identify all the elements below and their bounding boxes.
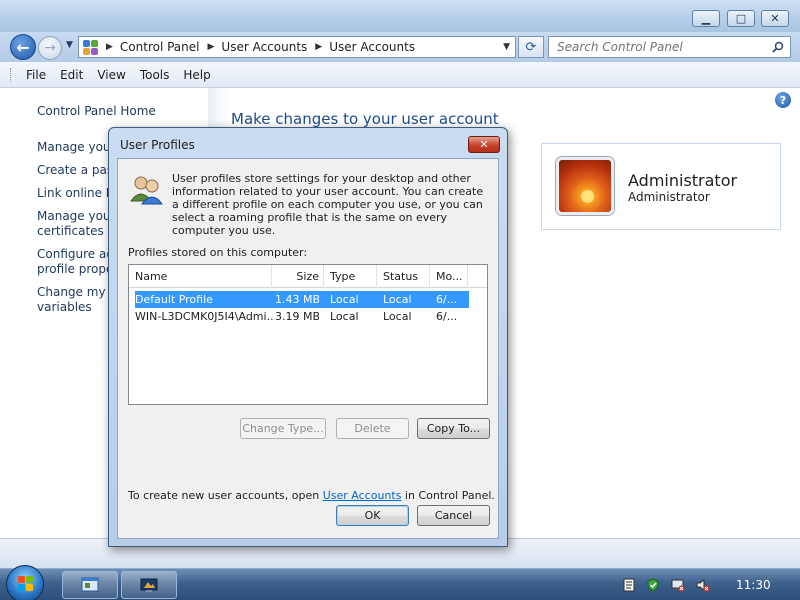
column-header-name[interactable]: Name	[129, 265, 272, 288]
avatar[interactable]	[556, 157, 614, 215]
cell-status: Local	[383, 310, 412, 323]
sidebar-item-manage-credentials[interactable]: Manage your	[37, 140, 115, 155]
address-bar[interactable]: ▶ Control Panel ▶ User Accounts ▶ User A…	[78, 36, 516, 58]
cell-size: 3.19 MB	[275, 310, 319, 323]
clock[interactable]: 11:30	[736, 578, 771, 592]
breadcrumb-separator-icon: ▶	[207, 42, 215, 52]
cell-modified: 6/...	[436, 310, 458, 323]
dialog-close-button[interactable]: ✕	[468, 136, 500, 153]
security-shield-icon[interactable]	[646, 578, 660, 592]
table-row[interactable]: WIN-L3DCMK0J5I4\Admi... 3.19 MB Local Lo…	[135, 308, 469, 325]
menu-tools[interactable]: Tools	[140, 68, 170, 82]
menu-grip	[10, 68, 13, 82]
refresh-button[interactable]: ⟳	[518, 36, 544, 58]
windows-logo-icon	[18, 576, 34, 592]
user-name: Administrator	[628, 171, 738, 190]
address-dropdown-icon[interactable]: ▼	[503, 42, 510, 52]
dialog-body: User profiles store settings for your de…	[117, 158, 499, 539]
table-row[interactable]: Default Profile 1.43 MB Local Local 6/..…	[135, 291, 469, 308]
column-header-status[interactable]: Status	[377, 265, 430, 288]
breadcrumb-separator-icon: ▶	[106, 42, 113, 52]
copy-to-button[interactable]: Copy To...	[417, 418, 490, 439]
sidebar-item-manage-certificates-line2[interactable]: certificates	[37, 224, 104, 239]
list-header: Name Size Type Status Mo...	[129, 265, 487, 288]
back-button[interactable]: ←	[10, 34, 36, 60]
page-title: Make changes to your user account	[231, 110, 499, 128]
close-icon: ✕	[770, 12, 780, 25]
minimize-button[interactable]: ▁	[692, 10, 720, 27]
user-accounts-link[interactable]: User Accounts	[323, 489, 402, 502]
sidebar-item-configure-profile-line2[interactable]: profile proper	[37, 262, 118, 277]
control-panel-app-icon	[140, 578, 158, 592]
menu-bar: File Edit View Tools Help	[0, 62, 800, 88]
sidebar-item-environment-variables-line2[interactable]: variables	[37, 300, 92, 315]
volume-muted-icon[interactable]	[696, 578, 710, 592]
taskbar-item-user-profiles[interactable]	[62, 571, 118, 599]
forward-arrow-icon: →	[44, 40, 56, 56]
breadcrumb-separator-icon: ▶	[315, 42, 323, 52]
change-type-button[interactable]: Change Type...	[240, 418, 326, 439]
sidebar-item-environment-variables[interactable]: Change my e	[37, 285, 117, 300]
search-box	[548, 36, 791, 58]
maximize-button[interactable]: □	[727, 10, 755, 27]
breadcrumb-control-panel[interactable]: Control Panel	[120, 40, 200, 54]
help-icon[interactable]: ?	[775, 92, 791, 108]
minimize-icon: ▁	[701, 12, 711, 25]
menu-edit[interactable]: Edit	[60, 68, 83, 82]
user-role: Administrator	[628, 190, 710, 204]
sidebar-item-manage-certificates[interactable]: Manage your	[37, 209, 115, 224]
back-arrow-icon: ←	[16, 37, 30, 57]
cell-type: Local	[330, 310, 359, 323]
cell-size: 1.43 MB	[275, 293, 319, 306]
user-profiles-dialog: User Profiles ✕ User profiles store sett…	[108, 127, 508, 547]
cell-name: Default Profile	[135, 293, 213, 306]
menu-view[interactable]: View	[97, 68, 125, 82]
cell-type: Local	[330, 293, 359, 306]
profiles-list-label: Profiles stored on this computer:	[128, 246, 308, 259]
column-header-modified[interactable]: Mo...	[430, 265, 468, 288]
sidebar-item-link-online-ids[interactable]: Link online ID	[37, 186, 119, 201]
create-accounts-note: To create new user accounts, open User A…	[128, 489, 495, 502]
menu-file[interactable]: File	[26, 68, 46, 82]
close-icon: ✕	[479, 138, 489, 151]
cancel-button[interactable]: Cancel	[417, 505, 490, 526]
action-center-icon[interactable]	[622, 578, 636, 592]
taskbar: 11:30	[0, 565, 800, 600]
ok-button[interactable]: OK	[336, 505, 409, 526]
title-bar: ▁ □ ✕	[0, 0, 800, 32]
cell-status: Local	[383, 293, 412, 306]
user-card: Administrator Administrator	[541, 143, 781, 230]
profiles-list[interactable]: Name Size Type Status Mo... Default Prof…	[128, 264, 488, 405]
column-header-size[interactable]: Size	[272, 265, 324, 288]
breadcrumb-user-accounts-current[interactable]: User Accounts	[329, 40, 415, 54]
search-input[interactable]	[549, 37, 759, 57]
column-header-type[interactable]: Type	[324, 265, 377, 288]
window-app-icon	[81, 577, 99, 592]
breadcrumb-user-accounts[interactable]: User Accounts	[221, 40, 307, 54]
taskbar-item-control-panel[interactable]	[121, 571, 177, 599]
cell-modified: 6/...	[436, 293, 458, 306]
close-button[interactable]: ✕	[761, 10, 789, 27]
delete-button[interactable]: Delete	[336, 418, 409, 439]
cell-name: WIN-L3DCMK0J5I4\Admi...	[135, 310, 275, 323]
network-disconnected-icon[interactable]	[671, 578, 685, 592]
start-button[interactable]	[6, 565, 44, 600]
sidebar-item-control-panel-home[interactable]: Control Panel Home	[37, 104, 156, 119]
users-icon	[130, 176, 163, 205]
forward-button[interactable]: →	[38, 36, 62, 60]
menu-help[interactable]: Help	[183, 68, 210, 82]
dialog-title: User Profiles	[120, 138, 195, 152]
refresh-icon: ⟳	[525, 39, 537, 55]
dialog-description: User profiles store settings for your de…	[172, 172, 484, 237]
navigation-bar: ← → ▼ ▶ Control Panel ▶ User Accounts ▶ …	[0, 32, 800, 62]
maximize-icon: □	[735, 12, 747, 25]
search-icon[interactable]	[772, 41, 784, 53]
recent-pages-dropdown[interactable]: ▼	[66, 40, 73, 50]
control-panel-icon	[82, 39, 100, 55]
